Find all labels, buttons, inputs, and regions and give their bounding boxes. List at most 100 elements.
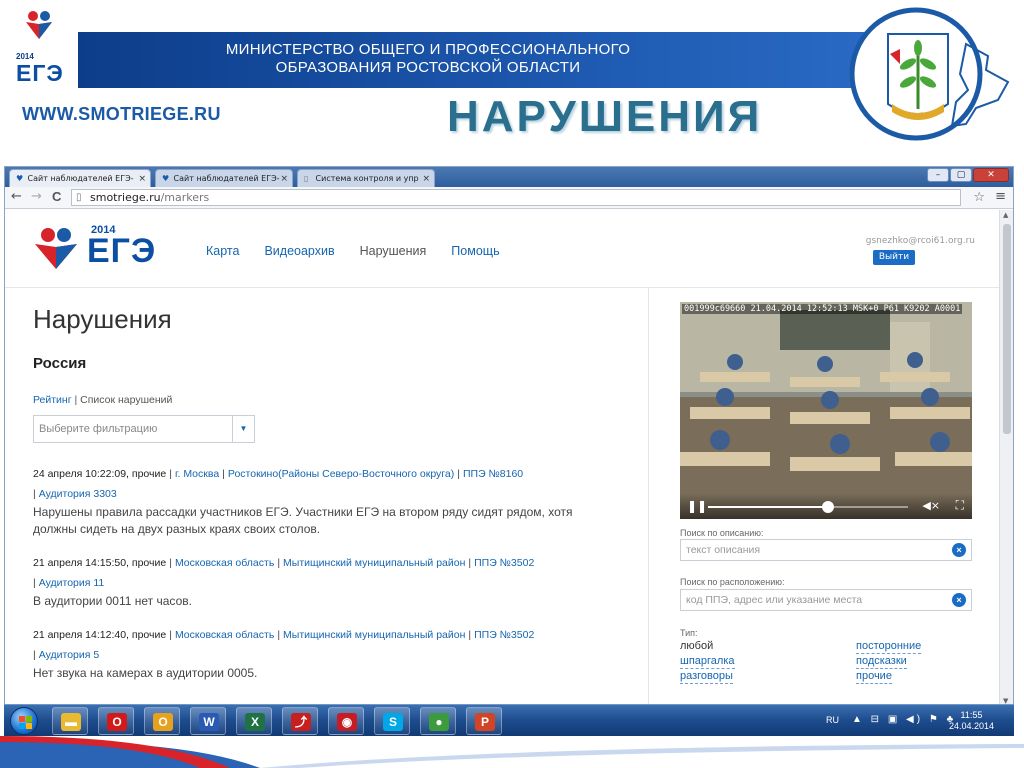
tab-close-icon[interactable]: × xyxy=(280,170,288,187)
taskbar-opera-button[interactable]: O xyxy=(98,707,134,735)
clock[interactable]: 11:55 24.04.2014 xyxy=(949,710,994,732)
region-title: Россия xyxy=(33,355,87,372)
user-email: gsnezhko@rcoi61.org.ru xyxy=(865,236,975,246)
taskbar-skype-button[interactable]: S xyxy=(374,707,410,735)
scrollbar-thumb[interactable] xyxy=(1003,224,1011,434)
violation-meta: 21 апреля 14:12:40, прочие | Московская об… xyxy=(33,629,535,661)
type-cheat-sheet[interactable]: шпаргалка xyxy=(680,654,735,669)
type-other[interactable]: прочие xyxy=(856,669,892,684)
seek-handle[interactable] xyxy=(822,501,834,513)
video-timestamp-overlay: 001999c69660 21.04.2014 12:52:13 MSK+0 P… xyxy=(682,304,963,314)
violation-district-link[interactable]: Ростокино(Районы Северо-Восточного округ… xyxy=(228,468,454,480)
type-any[interactable]: любой xyxy=(680,639,713,653)
chevron-down-icon[interactable]: ▼ xyxy=(232,416,254,442)
clear-icon[interactable]: × xyxy=(952,543,966,557)
tab-close-icon[interactable]: × xyxy=(138,170,146,187)
tab-observers-1[interactable]: ♥ Сайт наблюдателей ЕГЭ- × xyxy=(9,169,151,187)
window-controls: – ▢ ✕ xyxy=(927,168,1009,184)
seek-progress xyxy=(708,506,828,508)
back-icon[interactable]: ← xyxy=(11,190,22,204)
page-title: Нарушения xyxy=(33,304,172,334)
ministry-line-1: МИНИСТЕРСТВО ОБЩЕГО И ПРОФЕССИОНАЛЬНОГО xyxy=(225,41,631,58)
violation-item: 24 апреля 10:22:09, прочие | г. Москва | Рос… xyxy=(33,464,613,538)
violation-ppe-link[interactable]: ППЭ №8160 xyxy=(463,468,523,480)
violation-room-link[interactable]: Аудитория 5 xyxy=(39,649,99,661)
taskbar-explorer-button[interactable]: ▬ xyxy=(52,707,88,735)
ege-logo-word: ЕГЭ xyxy=(16,60,64,86)
url-input[interactable]: ▯ smotriege.ru/markers xyxy=(71,189,961,206)
sidebar: 001999c69660 21.04.2014 12:52:13 MSK+0 P… xyxy=(648,288,999,706)
tab-label: Сайт наблюдателей ЕГЭ- xyxy=(27,174,134,183)
search-location-input[interactable]: код ППЭ, адрес или указание места × xyxy=(680,589,972,611)
type-hints[interactable]: подсказки xyxy=(856,654,907,669)
scroll-up-icon[interactable]: ▲ xyxy=(1003,211,1008,219)
tab-label: Система контроля и упр xyxy=(315,174,419,183)
tab-bar: ♥ Сайт наблюдателей ЕГЭ- × ♥ Сайт наблюд… xyxy=(5,167,1013,187)
logout-button[interactable]: Выйти xyxy=(873,250,915,265)
violations-list: 24 апреля 10:22:09, прочие | г. Москва | Рос… xyxy=(33,464,613,697)
taskbar-word-button[interactable]: W xyxy=(190,707,226,735)
tab-close-icon[interactable]: × xyxy=(422,170,430,187)
clear-icon[interactable]: × xyxy=(952,593,966,607)
type-talking[interactable]: разговоры xyxy=(680,669,733,684)
minimize-button[interactable]: – xyxy=(927,168,949,182)
forward-icon[interactable]: → xyxy=(31,190,42,204)
maximize-button[interactable]: ▢ xyxy=(950,168,972,182)
rating-link[interactable]: Рейтинг xyxy=(33,394,72,406)
violation-district-link[interactable]: Мытищинский муниципальный район xyxy=(283,629,465,641)
fullscreen-icon[interactable]: ⛶ xyxy=(956,498,964,513)
taskbar-outlook-button[interactable]: O xyxy=(144,707,180,735)
taskbar-acrobat-button[interactable]: ⤴ xyxy=(282,707,318,735)
volume-mute-icon[interactable]: ◀× xyxy=(922,499,940,512)
favicon-icon: ♥ xyxy=(162,174,170,183)
close-window-button[interactable]: ✕ xyxy=(973,168,1009,182)
taskbar-chrome-button[interactable]: ● xyxy=(420,707,456,735)
taskbar-excel-button[interactable]: X xyxy=(236,707,272,735)
skype-icon: S xyxy=(383,713,403,731)
slide-header: 2014 ЕГЭ МИНИСТЕРСТВО ОБЩЕГО И ПРОФЕССИО… xyxy=(0,0,1024,165)
violation-item: 21 апреля 14:15:50, прочие | Московская об… xyxy=(33,553,613,610)
type-outsiders[interactable]: посторонние xyxy=(856,639,922,654)
violation-room-link[interactable]: Аудитория 11 xyxy=(39,577,105,589)
url-host: smotriege.ru xyxy=(90,191,161,204)
ministry-line-2: ОБРАЗОВАНИЯ РОСТОВСКОЙ ОБЛАСТИ xyxy=(275,59,581,76)
reload-icon[interactable]: C xyxy=(52,190,61,204)
chrome-icon: ● xyxy=(429,713,449,731)
seek-bar[interactable] xyxy=(708,501,908,513)
browser-menu-icon[interactable]: ≡ xyxy=(995,189,1006,204)
taskbar-powerpoint-button[interactable]: P xyxy=(466,707,502,735)
start-button[interactable] xyxy=(10,707,38,735)
page-scrollbar[interactable]: ▲ ▼ xyxy=(999,210,1013,706)
violation-city-link[interactable]: г. Москва xyxy=(175,468,219,480)
nav-video-archive[interactable]: Видеоархив xyxy=(264,244,334,258)
bookmark-star-icon[interactable]: ☆ xyxy=(973,190,985,205)
tray-icons[interactable]: ▲ ⊟ ▣ ◀) ⚑ ♣ xyxy=(852,714,956,725)
video-player[interactable]: 001999c69660 21.04.2014 12:52:13 MSK+0 P… xyxy=(680,302,972,519)
site-logo[interactable]: 2014 ЕГЭ xyxy=(33,224,163,272)
violation-city-link[interactable]: Московская область xyxy=(175,557,274,569)
video-controls: ❚❚ ◀× ⛶ xyxy=(680,493,972,519)
violation-city-link[interactable]: Московская область xyxy=(175,629,274,641)
violation-room-link[interactable]: Аудитория 3303 xyxy=(39,488,117,500)
violation-district-link[interactable]: Мытищинский муниципальный район xyxy=(283,557,465,569)
ministry-text: МИНИСТЕРСТВО ОБЩЕГО И ПРОФЕССИОНАЛЬНОГО … xyxy=(78,41,688,77)
violation-ppe-link[interactable]: ППЭ №3502 xyxy=(474,557,534,569)
nav-violations[interactable]: Нарушения xyxy=(360,244,427,258)
tab-observers-2[interactable]: ♥ Сайт наблюдателей ЕГЭ- × xyxy=(155,169,293,187)
clock-date: 24.04.2014 xyxy=(948,721,994,731)
taskbar-app-red-button[interactable]: ◉ xyxy=(328,707,364,735)
language-indicator[interactable]: RU xyxy=(826,715,839,725)
violation-ppe-link[interactable]: ППЭ №3502 xyxy=(474,629,534,641)
site-url: WWW.SMOTRIEGE.RU xyxy=(22,104,221,124)
violation-item: 21 апреля 14:12:40, прочие | Московская об… xyxy=(33,625,613,682)
tab-control-system[interactable]: ▯ Система контроля и упр × xyxy=(297,169,435,187)
nav-help[interactable]: Помощь xyxy=(451,244,499,258)
search-location-label: Поиск по расположению: xyxy=(680,577,785,587)
pause-icon[interactable]: ❚❚ xyxy=(687,499,707,513)
filter-select[interactable]: Выберите фильтрацию ▼ xyxy=(33,415,255,443)
nav-map[interactable]: Карта xyxy=(206,244,239,258)
violation-list-link[interactable]: Список нарушений xyxy=(80,394,172,406)
violation-description: Нет звука на камерах в аудитории 0005. xyxy=(33,666,258,680)
search-description-input[interactable]: текст описания × xyxy=(680,539,972,561)
search-description-label: Поиск по описанию: xyxy=(680,528,764,538)
